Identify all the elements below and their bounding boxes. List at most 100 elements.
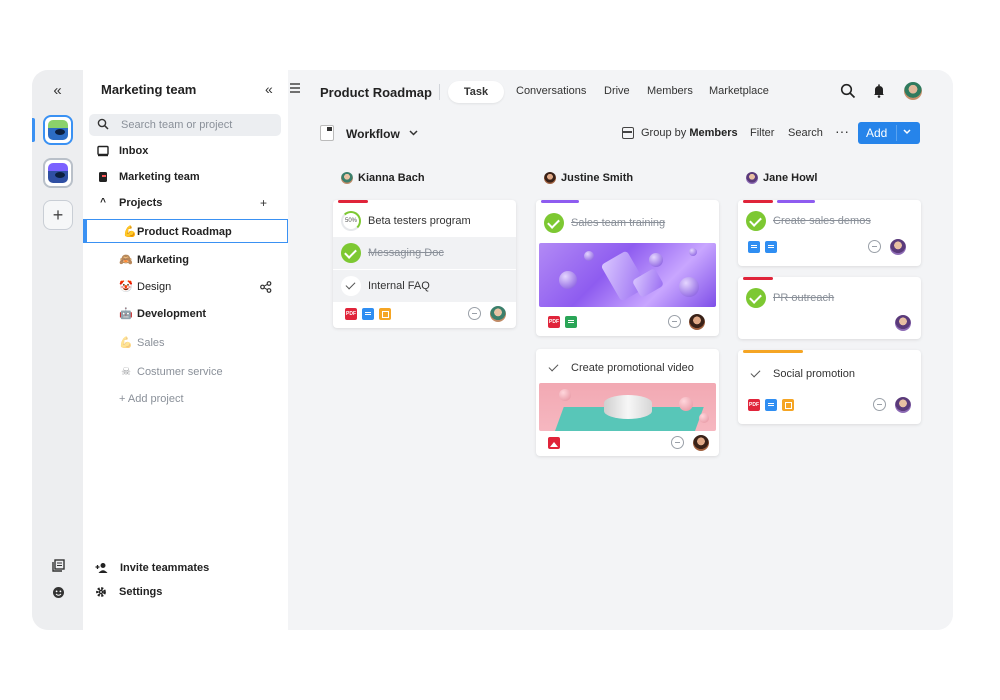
comment-icon[interactable] xyxy=(671,436,684,449)
workspace-avatar-marketing[interactable] xyxy=(43,115,73,145)
task-item[interactable]: Messaging Doc xyxy=(333,237,516,269)
task-card[interactable]: Sales team training PDF xyxy=(536,200,719,336)
doc-file-icon[interactable] xyxy=(765,399,777,411)
search-button[interactable]: Search xyxy=(788,127,823,139)
settings-button[interactable]: Settings xyxy=(95,586,162,598)
image-file-icon[interactable] xyxy=(548,437,560,449)
task-card[interactable]: Create promotional video xyxy=(536,349,719,456)
task-title: Beta testers program xyxy=(368,215,471,227)
task-item[interactable]: 50% Beta testers program xyxy=(333,205,516,237)
settings-label: Settings xyxy=(119,586,163,598)
assignee-avatar[interactable] xyxy=(895,397,911,413)
check-done-icon[interactable] xyxy=(746,211,766,231)
comment-icon[interactable] xyxy=(468,307,481,320)
doc-file-icon[interactable] xyxy=(748,241,760,253)
pdf-file-icon[interactable]: PDF xyxy=(748,399,760,411)
tab-conversations[interactable]: Conversations xyxy=(516,85,586,97)
tab-task[interactable]: Task xyxy=(448,81,504,103)
card-cover-image xyxy=(539,383,716,431)
task-title: Sales team training xyxy=(571,217,666,229)
assignee-avatar[interactable] xyxy=(895,315,911,331)
page-title: Product Roadmap xyxy=(320,85,432,100)
task-item[interactable]: Create sales demos xyxy=(738,205,921,237)
sidebar-collapse-icon[interactable]: « xyxy=(265,81,273,97)
rail-collapse-icon[interactable]: « xyxy=(32,82,83,99)
tab-drive[interactable]: Drive xyxy=(604,85,630,97)
check-done-icon[interactable] xyxy=(341,243,361,263)
add-project-link[interactable]: + Add project xyxy=(119,393,184,405)
check-open-icon[interactable] xyxy=(746,364,766,384)
team-icon xyxy=(99,172,107,182)
assignee-avatar[interactable] xyxy=(689,314,705,330)
app-window: « + Marketing team « Search team or proj… xyxy=(32,70,953,630)
check-done-icon[interactable] xyxy=(746,288,766,308)
slides-file-icon[interactable] xyxy=(379,308,391,320)
task-item[interactable]: Internal FAQ xyxy=(333,270,516,302)
emoji-icon[interactable] xyxy=(51,586,65,600)
sidebar-item-design[interactable]: 🤡 Design xyxy=(83,275,288,299)
group-by-button[interactable]: Group by Members xyxy=(641,127,738,139)
user-avatar[interactable] xyxy=(904,82,922,100)
view-selector[interactable]: Workflow xyxy=(346,127,400,141)
task-card[interactable]: Create sales demos xyxy=(738,200,921,266)
chevron-down-icon[interactable] xyxy=(409,126,418,140)
project-label: Costumer service xyxy=(137,366,223,378)
priority-tag xyxy=(743,350,803,353)
assignee-avatar[interactable] xyxy=(693,435,709,451)
sidebar-item-product-roadmap[interactable]: 💪 Product Roadmap xyxy=(83,219,288,243)
docs-icon[interactable] xyxy=(51,559,65,573)
sidebar-item-marketing[interactable]: 🙈 Marketing xyxy=(83,248,288,272)
doc-file-icon[interactable] xyxy=(765,241,777,253)
group-by-label: Group by xyxy=(641,127,687,139)
search-icon[interactable] xyxy=(840,83,856,99)
more-options-icon[interactable]: ··· xyxy=(835,123,849,139)
assignee-avatar[interactable] xyxy=(890,239,906,255)
tab-members[interactable]: Members xyxy=(647,85,693,97)
bell-icon[interactable] xyxy=(871,83,887,99)
active-workspace-indicator xyxy=(32,118,35,142)
task-card[interactable]: PR outreach xyxy=(738,277,921,339)
column-title: Kianna Bach xyxy=(358,172,425,184)
sidebar-search-input[interactable]: Search team or project xyxy=(89,114,281,136)
add-button[interactable]: Add xyxy=(858,122,920,144)
task-card[interactable]: Social promotion PDF xyxy=(738,350,921,424)
pdf-file-icon[interactable]: PDF xyxy=(548,316,560,328)
workflow-icon xyxy=(320,125,334,141)
sidebar-item-marketing-team[interactable]: Marketing team xyxy=(97,171,200,183)
sidebar-item-inbox[interactable]: Inbox xyxy=(97,145,148,157)
team-title: Marketing team xyxy=(101,82,197,97)
task-item[interactable]: Sales team training xyxy=(536,207,719,239)
check-done-icon[interactable] xyxy=(544,213,564,233)
comment-icon[interactable] xyxy=(873,398,886,411)
workspace-avatar-other[interactable] xyxy=(43,158,73,188)
gear-icon xyxy=(96,587,106,597)
assignee-avatar[interactable] xyxy=(490,306,506,322)
sidebar-item-costumer-service[interactable]: ☠ Costumer service xyxy=(83,360,288,384)
slides-file-icon[interactable] xyxy=(782,399,794,411)
check-open-icon[interactable] xyxy=(341,276,361,296)
top-bar: Product Roadmap Task Conversations Drive… xyxy=(288,70,953,113)
invite-teammates-button[interactable]: Invite teammates xyxy=(95,562,209,574)
hamburger-menu-icon[interactable] xyxy=(290,82,300,94)
chevron-down-icon[interactable] xyxy=(902,124,912,140)
tab-marketplace[interactable]: Marketplace xyxy=(709,85,769,97)
doc-file-icon[interactable] xyxy=(362,308,374,320)
task-item[interactable]: Create promotional video xyxy=(536,352,719,384)
share-icon[interactable] xyxy=(260,281,272,293)
add-workspace-button[interactable]: + xyxy=(43,200,73,230)
pdf-file-icon[interactable]: PDF xyxy=(345,308,357,320)
check-open-icon[interactable] xyxy=(544,358,564,378)
comment-icon[interactable] xyxy=(868,240,881,253)
sidebar-item-sales[interactable]: 💪 Sales xyxy=(83,331,288,355)
column-title: Justine Smith xyxy=(561,172,634,184)
card-footer: PDF xyxy=(536,309,719,335)
task-item[interactable]: Social promotion xyxy=(738,358,921,390)
filter-button[interactable]: Filter xyxy=(750,127,774,139)
task-title: Create promotional video xyxy=(571,362,694,374)
sheet-file-icon[interactable] xyxy=(565,316,577,328)
comment-icon[interactable] xyxy=(668,315,681,328)
task-card[interactable]: 50% Beta testers program Messaging Doc I… xyxy=(333,200,516,328)
sidebar-item-development[interactable]: 🤖 Development xyxy=(83,302,288,326)
add-project-plus-icon[interactable]: + xyxy=(260,196,267,210)
projects-section-header[interactable]: ^ Projects xyxy=(97,197,162,209)
